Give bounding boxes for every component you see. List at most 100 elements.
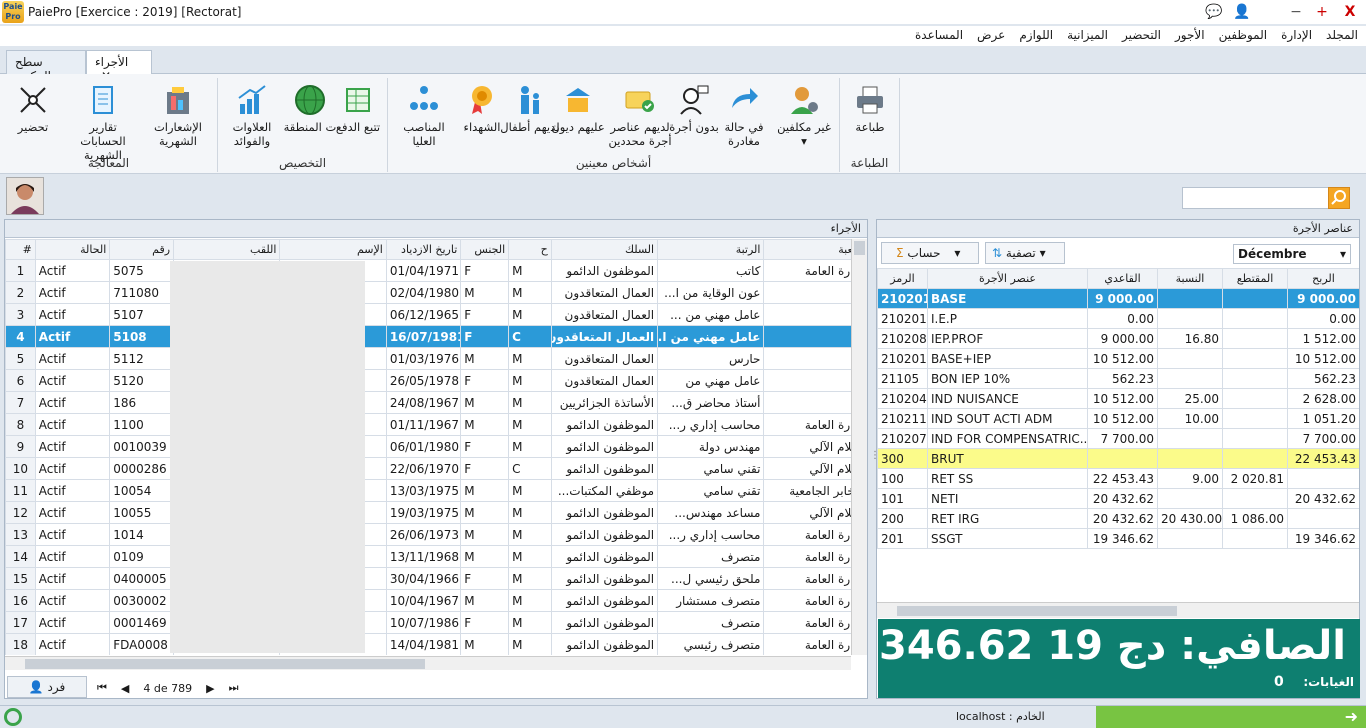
- table-row[interactable]: 18 Actif FDA0008 14/04/1981 M M الموظفون الدائ…: [5, 633, 851, 655]
- table-row[interactable]: 300 BRUT 22 453.43: [877, 448, 1359, 469]
- table-row[interactable]: 7 Actif 186 24/08/1967 M M الأساتذة الجزائريين…: [5, 391, 851, 414]
- minimize-button[interactable]: −: [1286, 2, 1306, 22]
- next-page-icon[interactable]: ▶: [206, 682, 214, 695]
- column-header[interactable]: الشعبة: [763, 239, 851, 260]
- table-row[interactable]: 210204 IND NUISANCE 10 512.00 25.00 2 628.00: [877, 388, 1359, 409]
- user-icon[interactable]: 👤: [1232, 2, 1252, 22]
- table-row[interactable]: 2 Actif 711080 02/04/1980 M M العمال المتعاقدو…: [5, 281, 851, 304]
- column-header[interactable]: #: [5, 239, 36, 260]
- table-cell: متصرف مستشار: [657, 589, 765, 612]
- filter-button[interactable]: ⇅ تصفية ▾: [985, 242, 1065, 264]
- calc-button[interactable]: Σ حساب ▾: [881, 242, 979, 264]
- elements-horizontal-scrollbar[interactable]: [877, 602, 1359, 618]
- payment-tracking-button[interactable]: تتبع الدفع: [330, 84, 386, 134]
- table-row[interactable]: 101 NETI 20 432.62 20 432.62: [877, 488, 1359, 509]
- column-header[interactable]: عنصر الأجرة: [927, 268, 1088, 289]
- column-header[interactable]: المقتطع: [1222, 268, 1288, 289]
- table-row[interactable]: 210211 IND SOUT ACTI ADM 10 512.00 10.00 1 0…: [877, 408, 1359, 429]
- table-row[interactable]: 9 Actif 0010039 06/01/1980 F M الموظفون الدائم…: [5, 435, 851, 458]
- tab-desktop[interactable]: سطح المكتب: [6, 50, 86, 83]
- last-page-icon[interactable]: ⏭: [229, 681, 239, 695]
- menu-item[interactable]: الميزانية: [1067, 28, 1108, 42]
- have-debts-button[interactable]: عليهم ديون: [548, 84, 608, 134]
- monthly-accounts-reports-button[interactable]: تقارير الحسابات الشهرية: [67, 84, 139, 162]
- column-header[interactable]: تاريخ الازدياد: [385, 239, 462, 260]
- table-row[interactable]: 8 Actif 1100 01/11/1967 M M الموظفون الدائمو مح…: [5, 413, 851, 436]
- column-header[interactable]: الإسم: [279, 239, 387, 260]
- column-header[interactable]: الجنس: [460, 239, 510, 260]
- table-row[interactable]: 14 Actif 0109 13/11/1968 M M الموظفون الدائمو م…: [5, 545, 851, 568]
- prev-page-icon[interactable]: ◀: [121, 682, 129, 695]
- grid-horizontal-scrollbar[interactable]: [5, 656, 851, 670]
- table-row[interactable]: 201 SSGT 19 346.62 19 346.62: [877, 528, 1359, 549]
- table-row[interactable]: 210201 BASE+IEP 10 512.00 10 512.00: [877, 348, 1359, 369]
- table-row[interactable]: 100 RET SS 22 453.43 9.00 2 020.81: [877, 468, 1359, 489]
- column-header[interactable]: ح: [508, 239, 552, 260]
- employees-grid[interactable]: # الحالة رقم اللقب الإسم تاريخ الازدياد الجنس ح…: [5, 239, 851, 655]
- without-wage-button[interactable]: بدون أجرة: [668, 84, 720, 134]
- table-cell: 1014: [109, 523, 175, 546]
- print-button[interactable]: طباعة: [840, 84, 900, 134]
- specific-wage-elements-button[interactable]: لديهم عناصر أجرة محددين: [602, 84, 678, 148]
- table-cell: 13/03/1975: [385, 479, 462, 502]
- chat-icon[interactable]: 💬: [1204, 2, 1224, 22]
- table-cell: M: [508, 347, 552, 370]
- table-row[interactable]: 4 Actif 5108 16/07/1981 F C العمال المتعاقدون ع…: [5, 325, 851, 348]
- close-button[interactable]: X: [1340, 2, 1360, 22]
- table-row[interactable]: 200 RET IRG 20 432.62 20 430.00 1 086.00: [877, 508, 1359, 529]
- table-row[interactable]: 210201 I.E.P 0.00 0.00: [877, 308, 1359, 329]
- table-row[interactable]: 13 Actif 1014 26/06/1973 M M الموظفون الدائمو م…: [5, 523, 851, 546]
- month-select[interactable]: Décembre ▾: [1233, 244, 1351, 264]
- table-row[interactable]: 12 Actif 10055 19/03/1975 M M الموظفون الدائمو…: [5, 501, 851, 524]
- column-header[interactable]: النسبة: [1157, 268, 1223, 289]
- departure-status-button[interactable]: في حالة مغادرة: [714, 84, 774, 148]
- menu-item[interactable]: الإدارة: [1281, 28, 1312, 42]
- senior-positions-button[interactable]: المناصب العليا: [394, 84, 454, 148]
- grid-vertical-scrollbar[interactable]: [851, 239, 867, 655]
- individual-button[interactable]: 👤 فرد: [7, 676, 87, 698]
- org-chart-icon: [408, 84, 440, 116]
- table-row[interactable]: 15 Actif 0400005 30/04/1966 F M الموظفون الدائ…: [5, 567, 851, 590]
- table-row[interactable]: 210207 IND FOR COMPENSATRIC... 7 700.00 7 7…: [877, 428, 1359, 449]
- column-header[interactable]: القاعدي: [1087, 268, 1158, 289]
- user-settings-icon: [788, 84, 820, 116]
- status-action[interactable]: ➜: [1096, 706, 1366, 728]
- allowances-button[interactable]: العلاوات والفوائد: [222, 84, 282, 148]
- column-header[interactable]: السلك: [550, 239, 659, 260]
- table-row[interactable]: 11 Actif 10054 13/03/1975 M M موظفي المكتبات..…: [5, 479, 851, 502]
- menu-item[interactable]: المجلد: [1326, 28, 1358, 42]
- table-row[interactable]: 21105 BON IEP 10% 562.23 562.23: [877, 368, 1359, 389]
- unassigned-button[interactable]: غير مكلفين ▾: [774, 84, 834, 148]
- column-header[interactable]: رقم: [109, 239, 175, 260]
- table-row[interactable]: 16 Actif 0030002 10/04/1967 M M الموظفون الدائ…: [5, 589, 851, 612]
- column-header[interactable]: اللقب: [173, 239, 281, 260]
- table-row[interactable]: 5 Actif 5112 01/03/1976 M M العمال المتعاقدون ح…: [5, 347, 851, 370]
- table-row[interactable]: 6 Actif 5120 26/05/1978 F M العمال المتعاقدون ع…: [5, 369, 851, 392]
- column-header[interactable]: الرمز: [877, 268, 928, 289]
- table-row[interactable]: 210208 IEP.PROF 9 000.00 16.80 1 512.00: [877, 328, 1359, 349]
- table-row[interactable]: 1 Actif 5075 01/04/1971 F M الموظفون الدائمو كا…: [5, 259, 851, 282]
- column-header[interactable]: الربح: [1287, 268, 1359, 289]
- table-row[interactable]: 17 Actif 0001469 10/07/1986 F M الموظفون الدائ…: [5, 611, 851, 634]
- table-cell: الادارة العامة: [763, 523, 851, 546]
- prepare-button[interactable]: تحضير: [3, 84, 63, 134]
- column-header[interactable]: الرتبة: [657, 239, 765, 260]
- tab-employees[interactable]: الأجراء ✕: [86, 50, 152, 83]
- column-header[interactable]: الحالة: [34, 239, 111, 260]
- menu-item[interactable]: الأجور: [1175, 28, 1205, 42]
- menu-item[interactable]: اللوازم: [1019, 28, 1053, 42]
- table-row[interactable]: 3 Actif 5107 06/12/1965 F M العمال المتعاقدون ع…: [5, 303, 851, 326]
- menu-item[interactable]: المساعدة: [915, 28, 963, 42]
- monthly-notices-button[interactable]: الإشعارات الشهرية: [148, 84, 208, 148]
- search-input[interactable]: [1182, 187, 1330, 209]
- menu-item[interactable]: التحضير: [1122, 28, 1161, 42]
- table-row[interactable]: 10 Actif 0000286 22/06/1970 F C الموظفون الدائ…: [5, 457, 851, 480]
- menu-item[interactable]: الموظفين: [1219, 28, 1268, 42]
- table-row[interactable]: 210201 BASE 9 000.00 9 000.00: [877, 288, 1359, 309]
- first-page-icon[interactable]: ⏮: [97, 681, 107, 695]
- maximize-button[interactable]: +: [1312, 2, 1332, 22]
- wage-elements-grid[interactable]: الرمز عنصر الأجرة القاعدي النسبة المقتطع الرب…: [877, 268, 1359, 549]
- menu-bar: المجلد الإدارة الموظفين الأجور التحضير الميزا…: [0, 26, 1366, 46]
- search-button[interactable]: [1328, 187, 1350, 209]
- menu-item[interactable]: عرض: [977, 28, 1005, 42]
